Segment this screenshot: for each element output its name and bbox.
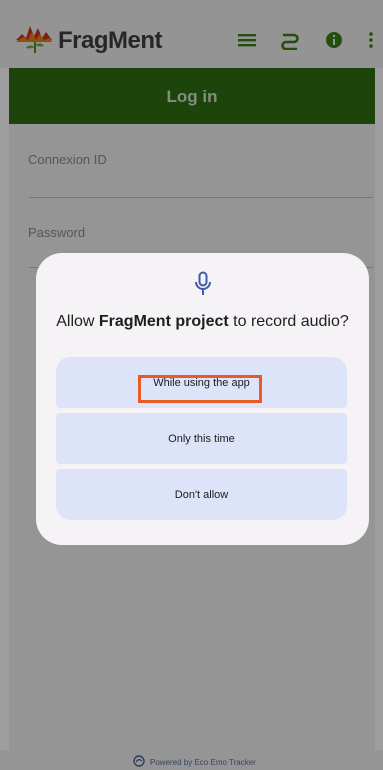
permission-dialog: Allow FragMent project to record audio? … xyxy=(36,253,369,545)
dialog-title-suffix: to record audio? xyxy=(228,313,349,330)
while-using-app-label: While using the app xyxy=(153,376,250,389)
dont-allow-button[interactable]: Don't allow xyxy=(56,469,347,520)
dialog-title: Allow FragMent project to record audio? xyxy=(36,313,369,331)
only-this-time-button[interactable]: Only this time xyxy=(56,413,347,464)
only-this-time-label: Only this time xyxy=(168,432,235,445)
while-using-app-button[interactable]: While using the app xyxy=(56,357,347,408)
microphone-icon xyxy=(195,271,211,295)
dialog-title-app: FragMent project xyxy=(98,313,229,330)
dont-allow-label: Don't allow xyxy=(174,488,229,501)
dialog-title-prefix: Allow xyxy=(56,313,99,330)
